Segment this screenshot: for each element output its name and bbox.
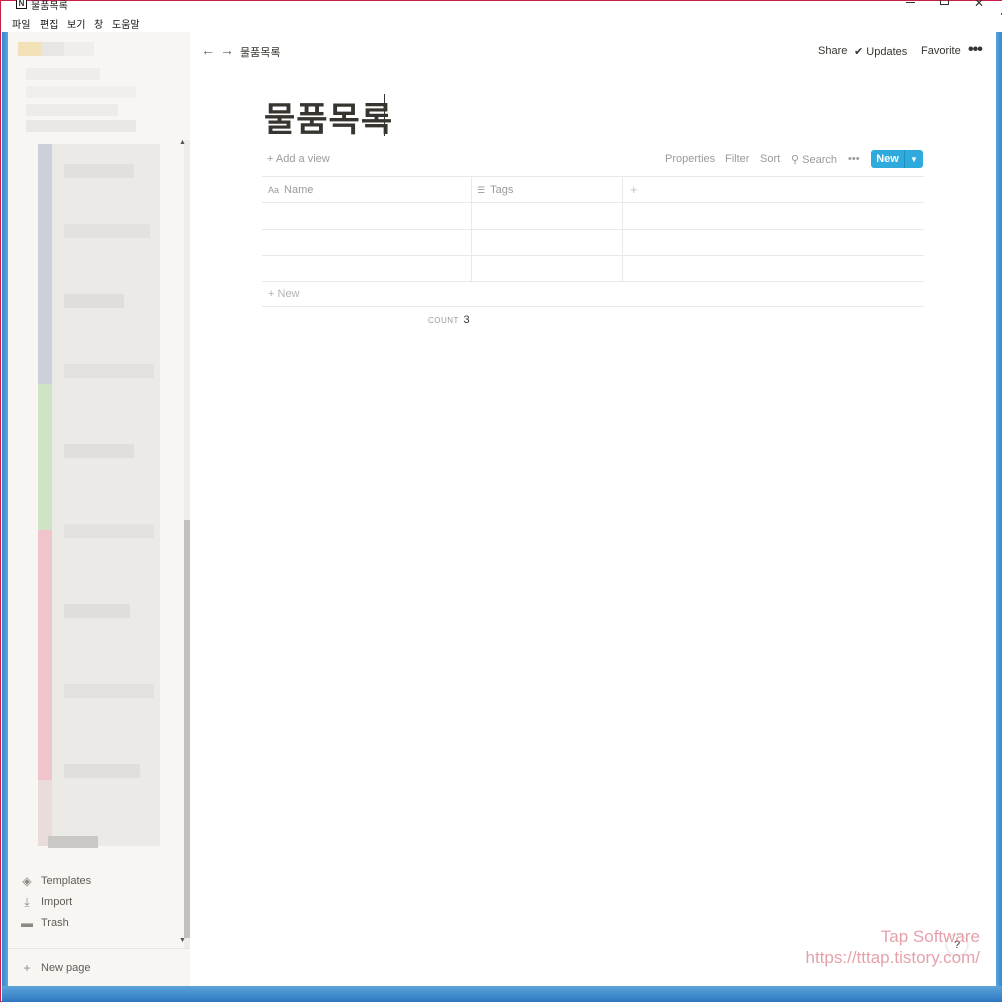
more-options-icon[interactable]: ••• xyxy=(968,41,983,59)
count-summary[interactable]: COUNT 3 xyxy=(428,314,470,326)
forward-arrow-icon[interactable]: → xyxy=(220,42,234,58)
minimize-icon xyxy=(905,2,915,3)
add-view-label: Add a view xyxy=(275,153,330,165)
column-header-name[interactable]: Aa Name xyxy=(268,184,313,196)
list-icon: ☰ xyxy=(477,184,486,195)
view-more-icon[interactable]: ••• xyxy=(848,153,860,165)
menu-bar: 파일 편집 보기 창 도움말 xyxy=(2,15,1002,32)
plus-icon: + xyxy=(267,153,274,165)
maximize-icon xyxy=(939,0,949,5)
sidebar-blurred-workspace xyxy=(8,32,178,142)
sidebar-item-templates[interactable]: ◈ Templates xyxy=(20,872,91,890)
database-view-bar: + Add a view Properties Filter Sort ⚲ Se… xyxy=(262,150,924,168)
filter-button[interactable]: Filter xyxy=(725,153,749,165)
column-label: Tags xyxy=(490,184,514,196)
sidebar-item-trash[interactable]: ▬ Trash xyxy=(20,914,69,932)
maximize-button[interactable] xyxy=(934,0,954,5)
main-content: ← → 물품목록 Share ✔ Updates Favorite ••• 물품… xyxy=(190,32,996,986)
add-view-button[interactable]: + Add a view xyxy=(267,153,330,165)
plus-icon: + xyxy=(23,961,31,975)
sidebar-item-label: Import xyxy=(41,896,73,908)
text-property-icon: Aa xyxy=(268,185,280,195)
watermark-title: Tap Software xyxy=(880,927,980,946)
sidebar-item-import[interactable]: ⤓ Import xyxy=(20,893,72,911)
new-record-label: New xyxy=(876,153,899,165)
app-window: N 물품목록 ✕ 파일 편집 보기 창 도움말 ▲ ▼ ◈ Templates … xyxy=(0,0,1002,1002)
properties-button[interactable]: Properties xyxy=(665,153,715,165)
table-row[interactable] xyxy=(262,256,924,281)
trash-icon: ▬ xyxy=(21,916,33,930)
menu-help[interactable]: 도움말 xyxy=(112,16,140,31)
table-border xyxy=(262,281,924,282)
search-icon: ⚲ xyxy=(791,154,800,166)
column-label: Name xyxy=(284,184,314,196)
add-row-label: New xyxy=(277,288,300,300)
page-title[interactable]: 물품목록 xyxy=(264,92,393,141)
table-row[interactable] xyxy=(262,203,924,229)
add-column-icon[interactable]: + xyxy=(630,182,638,197)
favorite-button[interactable]: Favorite xyxy=(921,45,961,57)
count-label: COUNT xyxy=(428,316,459,325)
new-page-button[interactable]: + New page xyxy=(20,959,91,977)
sidebar: ▲ ▼ ◈ Templates ⤓ Import ▬ Trash + New p… xyxy=(8,32,190,986)
sidebar-blurred-pages xyxy=(8,144,178,850)
table-border xyxy=(262,306,924,307)
window-edge-bottom xyxy=(2,986,1002,1002)
menu-edit[interactable]: 편집 xyxy=(40,16,58,31)
count-value: 3 xyxy=(463,314,470,326)
search-label: Search xyxy=(802,154,837,166)
menu-window[interactable]: 창 xyxy=(94,16,103,31)
column-header-tags[interactable]: ☰ Tags xyxy=(477,184,513,196)
back-arrow-icon[interactable]: ← xyxy=(201,42,215,58)
add-row-button[interactable]: + New xyxy=(268,288,300,300)
window-edge-right xyxy=(996,32,1002,987)
import-icon: ⤓ xyxy=(24,895,30,909)
menu-file[interactable]: 파일 xyxy=(12,16,30,31)
sidebar-divider xyxy=(8,948,190,949)
checkmark-icon: ✔ xyxy=(854,46,864,58)
plus-icon: + xyxy=(268,288,275,300)
new-page-label: New page xyxy=(41,962,91,974)
notion-logo-icon: N xyxy=(16,0,27,9)
search-button[interactable]: ⚲ Search xyxy=(791,153,837,166)
title-bar: N 물품목록 ✕ xyxy=(2,0,1002,13)
scroll-down-arrow-icon[interactable]: ▼ xyxy=(179,937,186,944)
share-button[interactable]: Share xyxy=(818,45,847,57)
updates-button[interactable]: ✔ Updates xyxy=(854,45,907,58)
text-caret xyxy=(384,94,385,136)
new-record-button[interactable]: New ▼ xyxy=(871,150,923,168)
top-bar: ← → 물품목록 Share ✔ Updates Favorite ••• xyxy=(190,32,996,70)
updates-label: Updates xyxy=(866,46,908,58)
templates-icon: ◈ xyxy=(22,874,32,888)
watermark-url: https://tttap.tistory.com/ xyxy=(805,948,980,967)
sidebar-item-label: Templates xyxy=(41,875,92,887)
minimize-button[interactable] xyxy=(900,0,920,3)
sort-button[interactable]: Sort xyxy=(760,153,780,165)
scroll-up-arrow-icon[interactable]: ▲ xyxy=(179,139,186,146)
close-button[interactable]: ✕ xyxy=(969,0,989,9)
table-border xyxy=(262,176,924,177)
table-row[interactable] xyxy=(262,230,924,255)
window-title: 물품목록 xyxy=(31,1,68,12)
menu-view[interactable]: 보기 xyxy=(67,16,85,31)
breadcrumb[interactable]: 물품목록 xyxy=(240,44,280,60)
sidebar-item-label: Trash xyxy=(41,917,69,929)
chevron-down-icon[interactable]: ▼ xyxy=(905,155,923,164)
